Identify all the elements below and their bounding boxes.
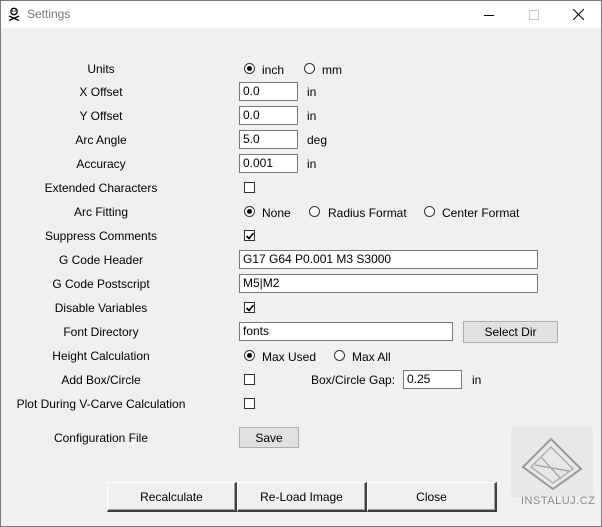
suppress-comments-label: Suppress Comments [44, 229, 158, 243]
height-max-used-label: Max Used [262, 350, 317, 364]
arc-fitting-label: Arc Fitting [73, 205, 128, 219]
select-dir-button[interactable]: Select Dir [463, 321, 558, 343]
units-label: Units [87, 62, 115, 76]
configuration-file-label: Configuration File [53, 431, 149, 445]
plot-vcarve-label: Plot During V-Carve Calculation [16, 397, 186, 411]
arc-fitting-radius-radio[interactable] [309, 206, 320, 217]
height-max-all-radio[interactable] [334, 350, 345, 361]
checkmark-icon [245, 232, 255, 240]
x-offset-label: X Offset [79, 85, 123, 99]
font-directory-input[interactable]: fonts [239, 322, 453, 341]
app-logo-icon [7, 7, 21, 22]
minimize-button[interactable] [466, 1, 512, 28]
arc-fitting-none-radio[interactable] [244, 206, 255, 217]
close-window-button[interactable] [555, 1, 601, 28]
recalculate-button[interactable]: Recalculate [107, 482, 237, 512]
x-offset-unit: in [307, 85, 317, 99]
y-offset-label: Y Offset [79, 109, 123, 123]
watermark-text: INSTALUJ.CZ [521, 495, 596, 507]
checkmark-icon [245, 304, 255, 312]
arc-fitting-none-label: None [262, 206, 291, 220]
title-bar[interactable]: Settings [1, 1, 601, 28]
accuracy-unit: in [307, 157, 317, 171]
units-mm-radio[interactable] [304, 63, 315, 74]
units-mm-label: mm [322, 63, 342, 77]
extended-characters-checkbox[interactable] [244, 182, 255, 193]
arc-angle-unit: deg [307, 133, 328, 147]
units-inch-label: inch [262, 63, 285, 77]
units-inch-radio[interactable] [244, 63, 255, 74]
disable-variables-label: Disable Variables [54, 301, 148, 315]
window-title: Settings [27, 7, 71, 21]
plot-vcarve-checkbox[interactable] [244, 398, 255, 409]
suppress-comments-checkbox[interactable] [244, 230, 255, 241]
save-button[interactable]: Save [239, 427, 299, 448]
accuracy-input[interactable]: 0.001 [239, 154, 298, 173]
arc-fitting-center-label: Center Format [442, 206, 520, 220]
arc-angle-input[interactable]: 5.0 [239, 130, 298, 149]
font-directory-label: Font Directory [63, 325, 139, 339]
add-box-circle-checkbox[interactable] [244, 374, 255, 385]
maximize-icon [529, 9, 539, 20]
box-circle-gap-label: Box/Circle Gap: [311, 373, 396, 387]
arc-fitting-center-radio[interactable] [424, 206, 435, 217]
reload-image-button[interactable]: Re-Load Image [237, 482, 367, 512]
height-max-used-radio[interactable] [244, 350, 255, 361]
gcode-header-label: G Code Header [58, 253, 144, 267]
box-circle-gap-input[interactable]: 0.25 [403, 370, 462, 389]
maximize-button[interactable] [511, 1, 557, 28]
gcode-postscript-label: G Code Postscript [52, 277, 150, 291]
settings-window: Settings Units inch mm X Offset 0.0 in Y… [0, 0, 602, 527]
y-offset-input[interactable]: 0.0 [239, 106, 298, 125]
minimize-icon [484, 14, 494, 16]
close-button[interactable]: Close [367, 482, 497, 512]
box-circle-gap-unit: in [472, 373, 482, 387]
accuracy-label: Accuracy [76, 157, 126, 171]
arc-angle-label: Arc Angle [75, 133, 127, 147]
height-max-all-label: Max All [352, 350, 391, 364]
close-icon [572, 9, 584, 20]
arc-fitting-radius-label: Radius Format [328, 206, 407, 220]
y-offset-unit: in [307, 109, 317, 123]
height-calculation-label: Height Calculation [52, 349, 150, 363]
gcode-header-input[interactable]: G17 G64 P0.001 M3 S3000 [239, 250, 538, 269]
x-offset-input[interactable]: 0.0 [239, 82, 298, 101]
extended-characters-label: Extended Characters [44, 181, 158, 195]
gcode-postscript-input[interactable]: M5|M2 [239, 274, 538, 293]
add-box-circle-label: Add Box/Circle [61, 373, 141, 387]
disable-variables-checkbox[interactable] [244, 302, 255, 313]
